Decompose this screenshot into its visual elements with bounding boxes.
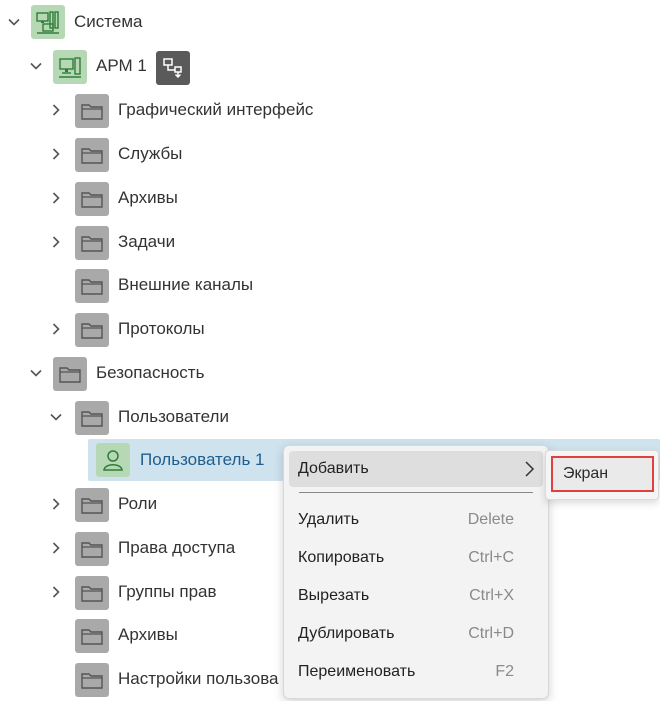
tree-node-users[interactable]: Пользователи	[0, 395, 660, 439]
folder-icon	[75, 619, 109, 653]
submenu-item-screen[interactable]: Экран	[551, 456, 654, 492]
tree-node-label: Протоколы	[118, 319, 205, 338]
tree-node-label: Пользователи	[118, 407, 229, 426]
chevron-right-icon[interactable]	[46, 570, 66, 614]
tree-node-label: Архивы	[118, 625, 178, 644]
context-menu: Добавить Удалить Delete Копировать Ctrl+…	[283, 445, 549, 699]
tree-node-folder[interactable]: Архивы	[0, 176, 660, 220]
menu-item-label: Вырезать	[298, 587, 370, 604]
menu-item-shortcut: Ctrl+D	[468, 625, 514, 642]
tree-node-label: Настройки пользова	[118, 669, 279, 688]
chevron-down-icon[interactable]	[46, 395, 66, 439]
menu-item-shortcut: Ctrl+C	[468, 549, 514, 566]
menu-item-copy[interactable]: Копировать Ctrl+C	[289, 540, 543, 576]
folder-icon	[75, 532, 109, 566]
chevron-right-icon[interactable]	[46, 526, 66, 570]
tree-node-label: Группы прав	[118, 582, 217, 601]
tree-node-folder[interactable]: Задачи	[0, 220, 660, 264]
chevron-right-icon[interactable]	[46, 88, 66, 132]
tree-node-label: Права доступа	[118, 538, 236, 557]
tree-node-folder[interactable]: Протоколы	[0, 307, 660, 351]
tree-node-label: Задачи	[118, 232, 176, 251]
tree-node-label: Графический интерфейс	[118, 100, 314, 119]
add-submenu: Экран	[545, 450, 659, 500]
menu-item-label: Удалить	[298, 511, 360, 528]
folder-icon	[75, 488, 109, 522]
tree-node-label: Безопасность	[96, 363, 205, 382]
tree-node-folder[interactable]: Внешние каналы	[0, 263, 660, 307]
folder-icon	[75, 663, 109, 697]
menu-item-label: Переименовать	[298, 663, 416, 680]
tree-node-label: АРМ 1	[96, 56, 147, 75]
system-icon	[31, 5, 65, 39]
tree-node-arm[interactable]: АРМ 1	[0, 44, 660, 88]
folder-icon	[53, 357, 87, 391]
menu-separator	[299, 492, 533, 493]
chevron-down-icon[interactable]	[26, 351, 46, 395]
menu-item-shortcut: Delete	[467, 511, 514, 528]
chevron-right-icon[interactable]	[46, 482, 66, 526]
user-icon	[96, 443, 130, 477]
menu-item-shortcut: F2	[495, 663, 514, 680]
workstation-icon	[53, 50, 87, 84]
tree-node-label: Службы	[118, 144, 183, 163]
folder-icon	[75, 138, 109, 172]
menu-item-label: Добавить	[298, 460, 369, 477]
chevron-down-icon[interactable]	[26, 44, 46, 88]
tree-node-folder[interactable]: Графический интерфейс	[0, 88, 660, 132]
folder-icon	[75, 401, 109, 435]
folder-icon	[75, 313, 109, 347]
menu-item-rename[interactable]: Переименовать F2	[289, 654, 543, 690]
chevron-right-icon[interactable]	[46, 220, 66, 264]
menu-item-delete[interactable]: Удалить Delete	[289, 502, 543, 538]
menu-item-add[interactable]: Добавить	[289, 451, 543, 487]
folder-icon	[75, 576, 109, 610]
chevron-right-icon[interactable]	[46, 176, 66, 220]
menu-item-shortcut: Ctrl+X	[469, 587, 514, 604]
tree-node-security[interactable]: Безопасность	[0, 351, 660, 395]
folder-icon	[75, 226, 109, 260]
chevron-right-icon	[525, 461, 535, 477]
tree-node-system[interactable]: Система	[0, 0, 660, 44]
tree-node-folder[interactable]: Службы	[0, 132, 660, 176]
move-down-icon[interactable]	[156, 51, 190, 85]
tree-node-label: Система	[74, 12, 143, 31]
chevron-right-icon[interactable]	[46, 132, 66, 176]
menu-item-cut[interactable]: Вырезать Ctrl+X	[289, 578, 543, 614]
tree-node-label: Пользователь 1	[140, 450, 265, 469]
folder-icon	[75, 269, 109, 303]
folder-icon	[75, 94, 109, 128]
tree-node-label: Архивы	[118, 188, 178, 207]
chevron-right-icon[interactable]	[46, 307, 66, 351]
menu-item-label: Копировать	[298, 549, 385, 566]
folder-icon	[75, 182, 109, 216]
menu-item-duplicate[interactable]: Дублировать Ctrl+D	[289, 616, 543, 652]
tree-node-label: Роли	[118, 494, 158, 513]
menu-item-label: Дублировать	[298, 625, 395, 642]
tree-node-label: Внешние каналы	[118, 275, 254, 294]
chevron-down-icon[interactable]	[4, 0, 24, 44]
